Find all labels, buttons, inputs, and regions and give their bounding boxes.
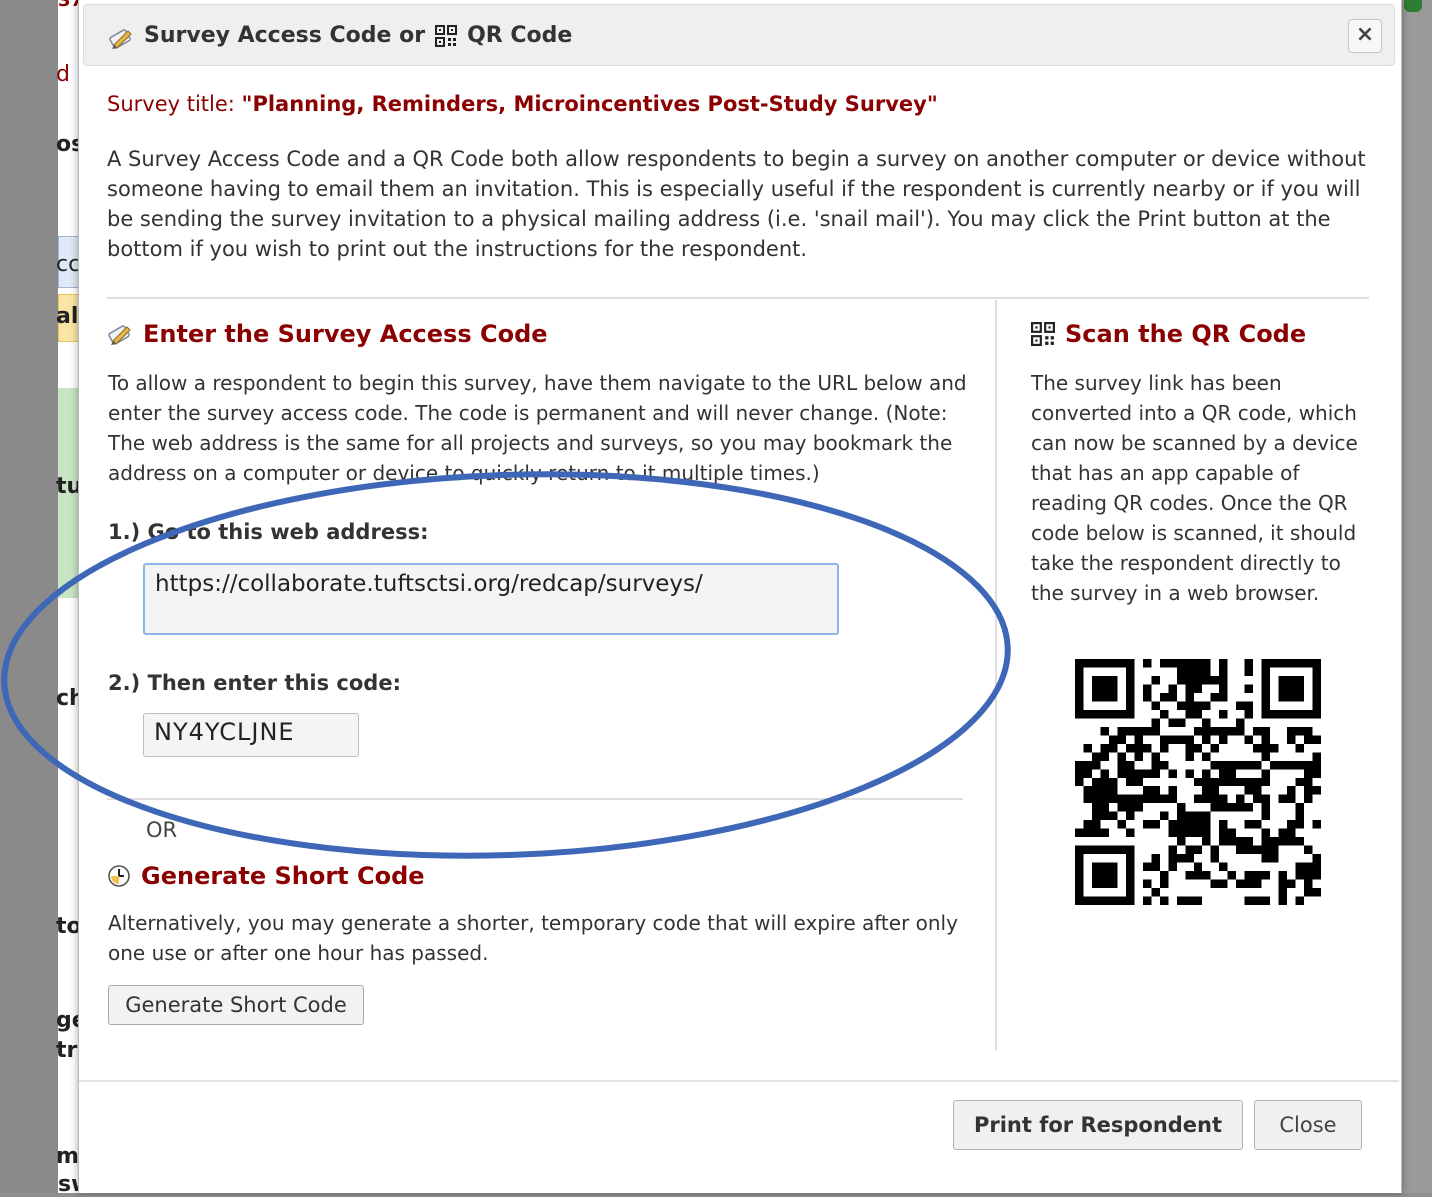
qr-code-icon (435, 24, 458, 47)
access-code-heading-text: Enter the Survey Access Code (143, 320, 548, 348)
close-button[interactable]: Close (1254, 1100, 1362, 1150)
intro-paragraph: A Survey Access Code and a QR Code both … (107, 147, 1366, 261)
close-icon[interactable]: × (1348, 19, 1382, 53)
step1-label: 1.) Go to this web address: (108, 520, 429, 544)
short-code-heading-text: Generate Short Code (141, 862, 425, 890)
qr-heading-text: Scan the QR Code (1065, 320, 1307, 348)
survey-title: Survey title: "Planning, Reminders, Micr… (107, 92, 938, 116)
access-code-heading: Enter the Survey Access Code (107, 320, 548, 348)
background-accent (1404, 0, 1422, 12)
background-text: cc (56, 252, 81, 277)
dialog-title: Survey Access Code or QR Code (144, 23, 572, 48)
survey-url-field[interactable] (143, 563, 839, 635)
short-code-heading: Generate Short Code (107, 862, 425, 890)
background-text: al (56, 304, 79, 329)
column-divider (995, 300, 997, 1050)
generate-short-code-button[interactable]: Generate Short Code (108, 985, 364, 1025)
qr-code-icon (1031, 322, 1055, 346)
background-text: m (56, 1144, 79, 1169)
short-code-description: Alternatively, you may generate a shorte… (108, 911, 958, 965)
or-separator: OR (146, 818, 178, 842)
access-code-field[interactable]: NY4YCLJNE (143, 713, 359, 757)
qr-description: The survey link has been converted into … (1031, 371, 1358, 605)
background-overlay (0, 0, 58, 1193)
divider (107, 297, 1369, 299)
dialog-titlebar: Survey Access Code or QR Code × (83, 4, 1395, 66)
divider (107, 798, 963, 800)
print-for-respondent-button[interactable]: Print for Respondent (953, 1100, 1243, 1150)
qr-heading: Scan the QR Code (1031, 320, 1306, 348)
survey-title-label: Survey title: (107, 92, 242, 116)
survey-access-dialog: Survey Access Code or QR Code × Survey t… (78, 0, 1402, 1193)
pencil-ticket-icon (108, 325, 131, 345)
dialog-title-text: QR Code (467, 23, 573, 48)
step2-label: 2.) Then enter this code: (108, 671, 401, 695)
background-overlay (1400, 0, 1432, 1193)
footer-divider (79, 1080, 1399, 1082)
pencil-ticket-icon (109, 29, 132, 49)
survey-title-value: "Planning, Reminders, Microincentives Po… (241, 92, 938, 116)
access-code-description: To allow a respondent to begin this surv… (108, 371, 967, 485)
clock-icon (108, 865, 130, 887)
qr-code-image (1075, 659, 1321, 905)
dialog-title-text: Survey Access Code or (144, 23, 426, 48)
background-text: d (56, 62, 70, 87)
